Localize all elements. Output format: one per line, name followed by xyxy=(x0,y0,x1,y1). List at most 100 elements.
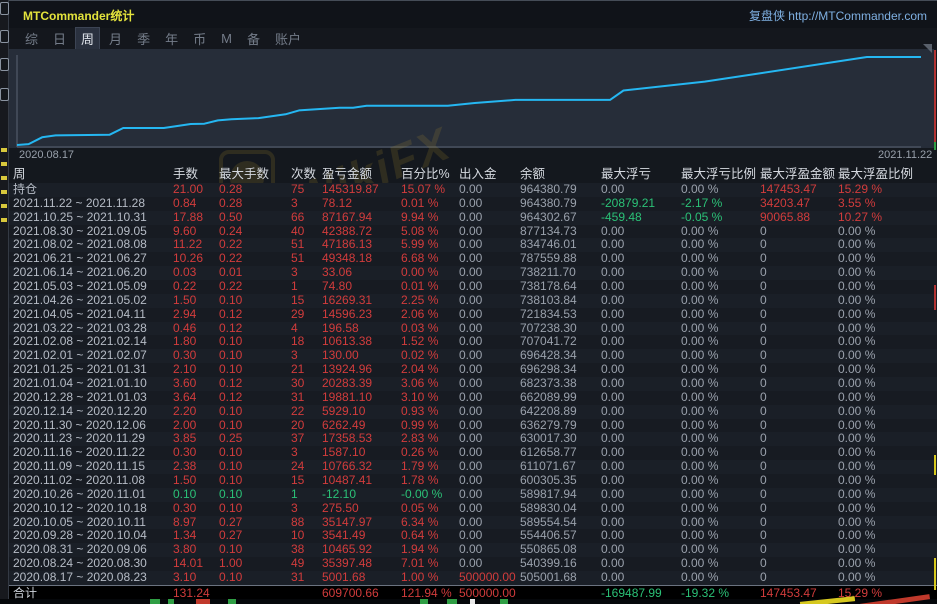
column-header-0[interactable]: 周 xyxy=(13,163,173,182)
cell-pct: 2.25 % xyxy=(401,294,459,308)
cell-mfl: 0.00 xyxy=(601,322,681,336)
table-row[interactable]: 2021.02.08 ~ 2021.02.141.800.101810613.3… xyxy=(9,335,937,349)
table-row[interactable]: 持仓21.000.2875145319.8715.07 %0.00964380.… xyxy=(9,183,937,197)
cell-mfp: 0 xyxy=(760,363,838,377)
cell-balance: 964380.79 xyxy=(520,197,601,211)
cell-pl: 20283.39 xyxy=(322,377,401,391)
table-row[interactable]: 2020.11.09 ~ 2020.11.152.380.102410766.3… xyxy=(9,460,937,474)
table-row[interactable]: 2021.04.05 ~ 2021.04.112.940.122914596.2… xyxy=(9,308,937,322)
table-row[interactable]: 2021.06.21 ~ 2021.06.2710.260.225149348.… xyxy=(9,252,937,266)
column-header-4[interactable]: 盈亏金额 xyxy=(322,163,401,182)
column-header-2[interactable]: 最大手数 xyxy=(219,163,291,182)
column-header-7[interactable]: 余额 xyxy=(520,163,601,182)
cell-inout: 500000.00 xyxy=(459,586,520,600)
brand-link[interactable]: 复盘侠 http://MTCommander.com xyxy=(749,7,927,24)
cell-mfl: 0.00 xyxy=(601,529,681,543)
cell-balance: 589830.04 xyxy=(520,502,601,516)
cell-pl: 196.58 xyxy=(322,322,401,336)
menu-tab-年[interactable]: 年 xyxy=(159,27,184,50)
cell-count: 51 xyxy=(291,238,322,252)
table-row[interactable]: 2020.08.24 ~ 2020.08.3014.011.004935397.… xyxy=(9,557,937,571)
cell-mfp: 0 xyxy=(760,405,838,419)
table-row[interactable]: 2021.08.02 ~ 2021.08.0811.220.225147186.… xyxy=(9,238,937,252)
column-header-9[interactable]: 最大浮亏比例 xyxy=(681,163,760,182)
menu-tab-综[interactable]: 综 xyxy=(19,27,44,50)
table-row[interactable]: 2021.11.22 ~ 2021.11.280.840.28378.120.0… xyxy=(9,197,937,211)
cell-pct: 0.03 % xyxy=(401,322,459,336)
table-row[interactable]: 2021.08.30 ~ 2021.09.059.600.244042388.7… xyxy=(9,225,937,239)
cell-mfp_pct: 3.55 % xyxy=(838,197,937,211)
menu-tab-周[interactable]: 周 xyxy=(75,27,100,50)
cell-count: 18 xyxy=(291,335,322,349)
table-row[interactable]: 2021.06.14 ~ 2021.06.200.030.01333.060.0… xyxy=(9,266,937,280)
column-header-8[interactable]: 最大浮亏 xyxy=(601,163,681,182)
table-row[interactable]: 2020.08.17 ~ 2020.08.233.100.10315001.68… xyxy=(9,571,937,585)
cell-mfl: 0.00 xyxy=(601,474,681,488)
resize-grip-icon[interactable] xyxy=(923,44,932,53)
column-header-5[interactable]: 百分比% xyxy=(401,163,459,182)
cell-period: 2020.11.16 ~ 2020.11.22 xyxy=(13,446,173,460)
cell-inout: 0.00 xyxy=(459,335,520,349)
menu-tab-币[interactable]: 币 xyxy=(187,27,212,50)
cell-balance: 696428.34 xyxy=(520,349,601,363)
table-row[interactable]: 2021.10.25 ~ 2021.10.3117.880.506687167.… xyxy=(9,211,937,225)
cell-inout: 0.00 xyxy=(459,543,520,557)
cell-mfp_pct: 0.00 % xyxy=(838,446,937,460)
cell-mfl_pct: 0.00 % xyxy=(681,363,760,377)
table-body: 持仓21.000.2875145319.8715.07 %0.00964380.… xyxy=(9,183,937,600)
cell-mfp: 0 xyxy=(760,335,838,349)
cell-pct: 0.02 % xyxy=(401,349,459,363)
cell-mfl: 0.00 xyxy=(601,543,681,557)
table-row[interactable]: 2020.11.16 ~ 2020.11.220.300.1031587.100… xyxy=(9,446,937,460)
edge-mark xyxy=(1,204,7,208)
table-row[interactable]: 2020.10.12 ~ 2020.10.180.300.103275.500.… xyxy=(9,502,937,516)
cell-inout: 0.00 xyxy=(459,529,520,543)
column-header-10[interactable]: 最大浮盈金额 xyxy=(760,163,838,182)
column-header-3[interactable]: 次数 xyxy=(291,163,322,182)
cell-pct: 0.26 % xyxy=(401,446,459,460)
table-row[interactable]: 2021.03.22 ~ 2021.03.280.460.124196.580.… xyxy=(9,322,937,336)
cell-mfp: 0 xyxy=(760,543,838,557)
table-row[interactable]: 2020.08.31 ~ 2020.09.063.800.103810465.9… xyxy=(9,543,937,557)
table-row[interactable]: 2020.10.05 ~ 2020.10.118.970.278835147.9… xyxy=(9,516,937,530)
menu-tab-季[interactable]: 季 xyxy=(131,27,156,50)
menu-tab-账户[interactable]: 账户 xyxy=(269,27,307,50)
table-row[interactable]: 2020.12.14 ~ 2020.12.202.200.10225929.10… xyxy=(9,405,937,419)
cell-balance: 540399.16 xyxy=(520,557,601,571)
table-row[interactable]: 2021.02.01 ~ 2021.02.070.300.103130.000.… xyxy=(9,349,937,363)
table-row[interactable]: 2021.01.25 ~ 2021.01.312.100.102113924.9… xyxy=(9,363,937,377)
cell-mfl: 0.00 xyxy=(601,502,681,516)
cell-mfl_pct: 0.00 % xyxy=(681,516,760,530)
table-row[interactable]: 2021.01.04 ~ 2021.01.103.600.123020283.3… xyxy=(9,377,937,391)
table-row[interactable]: 2021.05.03 ~ 2021.05.090.220.22174.800.0… xyxy=(9,280,937,294)
cell-period: 2021.10.25 ~ 2021.10.31 xyxy=(13,211,173,225)
cell-mfl_pct: 0.00 % xyxy=(681,405,760,419)
cell-inout: 0.00 xyxy=(459,252,520,266)
x-axis-end-label: 2021.11.22 xyxy=(878,149,932,161)
cell-mfl_pct: 0.00 % xyxy=(681,335,760,349)
background-chart-strip xyxy=(0,599,937,604)
cell-mfl: 0.00 xyxy=(601,363,681,377)
menu-tab-M[interactable]: M xyxy=(215,29,238,48)
cell-pct: 5.08 % xyxy=(401,225,459,239)
column-header-11[interactable]: 最大浮盈比例 xyxy=(838,163,937,182)
background-window-edge xyxy=(0,0,9,604)
menu-tab-日[interactable]: 日 xyxy=(47,27,72,50)
table-row[interactable]: 2020.11.02 ~ 2020.11.081.500.101510487.4… xyxy=(9,474,937,488)
title-bar[interactable]: MTCommander统计 复盘侠 http://MTCommander.com xyxy=(9,1,937,29)
table-row[interactable]: 2020.11.23 ~ 2020.11.293.850.253717358.5… xyxy=(9,432,937,446)
cell-pct: 2.04 % xyxy=(401,363,459,377)
menu-tab-月[interactable]: 月 xyxy=(103,27,128,50)
column-header-6[interactable]: 出入金 xyxy=(459,163,520,182)
table-row[interactable]: 2020.09.28 ~ 2020.10.041.340.27103541.49… xyxy=(9,529,937,543)
cell-mfp_pct: 0.00 % xyxy=(838,543,937,557)
cell-mfl: 0.00 xyxy=(601,432,681,446)
table-row[interactable]: 2020.10.26 ~ 2020.11.010.100.101-12.10-0… xyxy=(9,488,937,502)
table-row[interactable]: 2021.04.26 ~ 2021.05.021.500.101516269.3… xyxy=(9,294,937,308)
table-row[interactable]: 2020.11.30 ~ 2020.12.062.000.10206262.49… xyxy=(9,419,937,433)
cell-pl: 145319.87 xyxy=(322,183,401,197)
table-row[interactable]: 2020.12.28 ~ 2021.01.033.640.123119881.1… xyxy=(9,391,937,405)
table-total-row[interactable]: 合计131.24609700.66121.94 %500000.00-16948… xyxy=(9,585,937,600)
column-header-1[interactable]: 手数 xyxy=(173,163,219,182)
menu-tab-备[interactable]: 备 xyxy=(241,27,266,50)
